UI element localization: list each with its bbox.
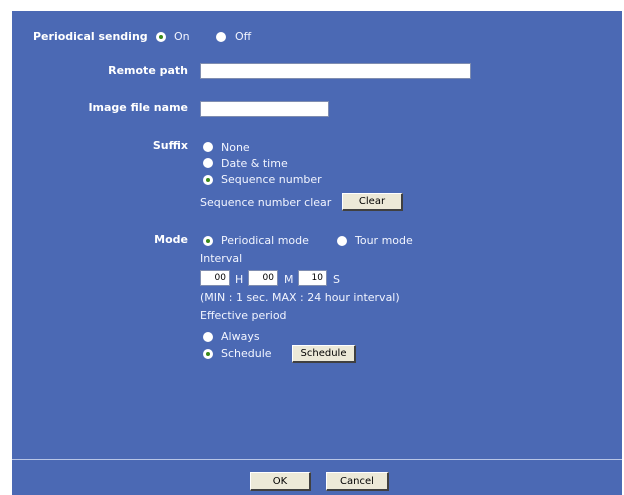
- interval-range-note: (MIN : 1 sec. MAX : 24 hour interval): [200, 291, 400, 304]
- suffix-label: Suffix: [152, 139, 188, 152]
- periodical-mode-label: Periodical mode: [221, 234, 309, 247]
- interval-hours-unit: H: [235, 273, 244, 286]
- cancel-button[interactable]: Cancel: [326, 472, 389, 491]
- effective-schedule-label: Schedule: [221, 347, 272, 360]
- suffix-date-time-radio[interactable]: [203, 158, 213, 168]
- image-file-name-input[interactable]: [200, 101, 329, 117]
- periodical-sending-off-radio[interactable]: [216, 32, 226, 42]
- effective-schedule-radio[interactable]: [203, 349, 213, 359]
- remote-path-input[interactable]: [200, 63, 471, 79]
- effective-period-label: Effective period: [200, 309, 287, 322]
- effective-always-label: Always: [221, 330, 260, 343]
- interval-seconds-unit: S: [333, 273, 340, 286]
- interval-label: Interval: [200, 252, 243, 265]
- mode-label: Mode: [154, 233, 188, 246]
- remote-path-label: Remote path: [108, 64, 188, 77]
- suffix-none-radio[interactable]: [203, 142, 213, 152]
- clear-button[interactable]: Clear: [342, 193, 403, 211]
- interval-minutes-input[interactable]: [248, 270, 278, 286]
- periodical-sending-off-label: Off: [235, 30, 252, 43]
- tour-mode-label: Tour mode: [355, 234, 413, 247]
- ok-button[interactable]: OK: [250, 472, 311, 491]
- suffix-date-time-label: Date & time: [221, 157, 288, 170]
- suffix-sequence-number-radio[interactable]: [203, 175, 213, 185]
- effective-always-radio[interactable]: [203, 332, 213, 342]
- suffix-sequence-number-label: Sequence number: [221, 173, 322, 186]
- schedule-button[interactable]: Schedule: [292, 345, 356, 363]
- periodical-sending-label: Periodical sending: [33, 30, 148, 43]
- suffix-none-label: None: [221, 141, 250, 154]
- interval-hours-input[interactable]: [200, 270, 230, 286]
- sequence-number-clear-label: Sequence number clear: [200, 196, 332, 209]
- periodical-sending-on-radio[interactable]: [156, 32, 166, 42]
- footer-divider: [12, 459, 622, 460]
- interval-seconds-input[interactable]: [298, 270, 327, 286]
- periodical-sending-on-label: On: [174, 30, 190, 43]
- periodical-mode-radio[interactable]: [203, 236, 213, 246]
- tour-mode-radio[interactable]: [337, 236, 347, 246]
- settings-panel: [12, 11, 622, 495]
- interval-minutes-unit: M: [284, 273, 294, 286]
- image-file-name-label: Image file name: [88, 101, 188, 114]
